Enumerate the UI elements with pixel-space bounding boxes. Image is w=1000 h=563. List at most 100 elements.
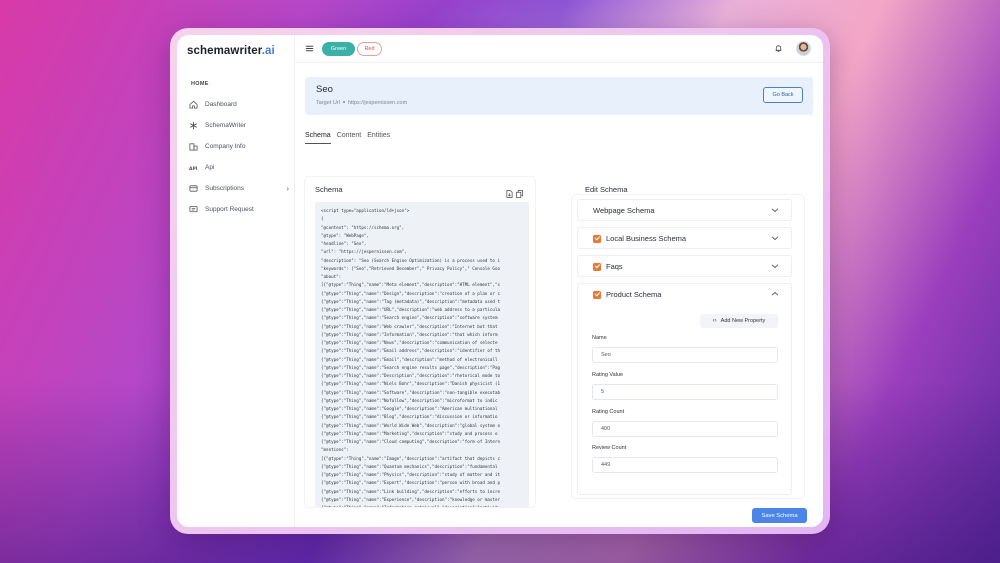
chevron-down-icon [771, 264, 779, 269]
add-property-label: Add New Property [720, 318, 766, 324]
code-line: {"@type":"Thing","name":"Search engine r… [321, 364, 500, 370]
code-line: {"@type":"Thing","name":"Information ret… [321, 504, 529, 507]
accordion-local-business-schema[interactable]: Local Business Schema [577, 227, 792, 249]
code-line: "mentions": [321, 447, 349, 453]
checkbox-checked[interactable] [593, 234, 601, 243]
chevron-up-icon[interactable] [771, 290, 779, 298]
bell-icon[interactable] [774, 44, 783, 53]
page-title: Seo [316, 84, 333, 95]
tabs: Schema Content Entities [305, 132, 396, 144]
chevron-down-icon [771, 208, 779, 213]
sidebar-item-label: Subscriptions [205, 185, 245, 192]
building-icon [189, 142, 198, 151]
dot-separator [342, 101, 345, 103]
code-line: {"@type":"Thing","name":"News","descript… [321, 340, 498, 345]
rating-count-label: Rating Count [592, 409, 625, 415]
sidebar-item-schemawriter[interactable]: SchemaWriter [189, 115, 289, 136]
accordion-header[interactable]: Product Schema [593, 290, 661, 299]
code-line: {"@type":"Thing","name":"URL","descripti… [321, 307, 500, 312]
window-frame: schemawriter.ai HOME Dashboard SchemaWri… [170, 28, 830, 534]
code-line: { [321, 216, 324, 222]
checkbox-checked[interactable] [593, 290, 601, 299]
tab-content[interactable]: Content [337, 132, 362, 144]
code-icon: ‹› [712, 318, 717, 324]
code-line: {"@type":"Thing","name":"Experience","de… [321, 496, 500, 502]
schema-code-block[interactable]: <script type="application/ld+json"> { "@co… [315, 202, 529, 507]
code-line: {"@type":"Thing","name":"Email address",… [321, 348, 500, 354]
chat-icon [189, 205, 198, 214]
home-icon [189, 100, 198, 109]
edit-schema-panel: Webpage Schema Local Business Schema Faq… [572, 195, 804, 498]
target-url-line: Target Url https://jespernissen.com [316, 100, 407, 106]
code-line: {"@type":"Thing","name":"Software","desc… [321, 389, 500, 395]
accordion-webpage-schema[interactable]: Webpage Schema [577, 199, 792, 221]
top-bar: Green Red [295, 35, 823, 63]
accordion-faqs[interactable]: Faqs [577, 255, 792, 277]
sidebar-item-dashboard[interactable]: Dashboard [189, 94, 289, 115]
add-new-property-button[interactable]: ‹› Add New Property [700, 314, 778, 328]
code-line: {"@type":"Thing","name":"Blog","descript… [321, 414, 498, 420]
code-line: [{"@type":"Thing","name":"Image","descri… [321, 455, 500, 461]
code-line: {"@type":"Thing","name":"Marketing","des… [321, 430, 498, 436]
code-line: {"@type":"Thing","name":"Link building",… [321, 488, 500, 494]
accordion-label: Faqs [606, 262, 623, 271]
menu-icon[interactable] [305, 44, 314, 53]
name-input[interactable]: Seo [592, 347, 778, 363]
green-pill-button[interactable]: Green [322, 42, 355, 56]
sidebar-item-label: Api [205, 164, 215, 171]
code-line: <script type="application/ld+json"> [321, 208, 410, 213]
code-line: "headline": "Seo", [321, 241, 367, 246]
code-line: {"@type":"Thing","name":"Information","d… [321, 331, 498, 337]
code-line: {"@type":"Thing","name":"Physics","descr… [321, 472, 500, 477]
schema-card: Schema <script type="application/ld+json… [305, 177, 535, 507]
rating-value-input[interactable]: 5 [592, 384, 778, 400]
code-line: "@context": "https://schema.org", [321, 224, 405, 230]
edit-schema-title: Edit Schema [585, 185, 628, 194]
page-header-banner: Seo Target Url https://jespernissen.com G… [305, 77, 813, 115]
avatar[interactable] [796, 41, 811, 56]
go-back-button[interactable]: Go Back [763, 87, 803, 103]
review-count-label: Review Count [592, 445, 627, 451]
download-icon[interactable] [506, 185, 513, 198]
rating-value-label: Rating Value [592, 372, 624, 378]
copy-icon[interactable] [516, 185, 523, 198]
sidebar-item-label: SchemaWriter [205, 122, 247, 129]
red-pill-button[interactable]: Red [357, 42, 382, 56]
sidebar-item-api[interactable]: API Api [189, 157, 289, 178]
api-icon: API [189, 163, 198, 172]
accordion-product-schema: Product Schema ‹› Add New Property Name S… [577, 283, 792, 495]
accordion-label: Product Schema [606, 290, 662, 299]
code-line: {"@type":"Thing","name":"Google","descri… [321, 406, 498, 411]
name-label: Name [592, 335, 607, 341]
tab-entities[interactable]: Entities [367, 132, 390, 144]
schema-card-title: Schema [315, 185, 343, 194]
code-line: "@type": "WebPage", [321, 232, 369, 238]
code-line: {"@type":"Thing","name":"Cloud computing… [321, 439, 500, 444]
tab-schema[interactable]: Schema [305, 132, 331, 144]
save-schema-button[interactable]: Save Schema [752, 508, 807, 523]
code-line: "description": "Seo (Search Engine Optim… [321, 257, 500, 263]
chevron-right-icon: › [286, 184, 289, 193]
code-line: {"@type":"Thing","name":"Quantum mechani… [321, 463, 498, 469]
code-line: {"@type":"Thing","name":"Description","d… [321, 373, 500, 378]
code-line: {"@type":"Thing","name":"Design","descri… [321, 290, 500, 296]
sidebar-item-subscriptions[interactable]: Subscriptions › [189, 178, 289, 199]
svg-text:API: API [189, 166, 198, 172]
schema-card-actions [506, 185, 523, 198]
asterisk-icon [189, 121, 198, 130]
rating-count-input[interactable]: 400 [592, 421, 778, 437]
sidebar-item-company-info[interactable]: Company Info [189, 136, 289, 157]
code-line: {"@type":"Thing","name":"Niels Bohr","de… [321, 381, 500, 387]
sidebar-item-label: Company Info [205, 143, 246, 150]
code-line: {"@type":"Thing","name":"Email","descrip… [321, 356, 498, 362]
code-line: {"@type":"Thing","name":"Expert","descri… [321, 480, 500, 486]
sidebar-item-support-request[interactable]: Support Request [189, 199, 289, 220]
checkbox-checked[interactable] [593, 262, 601, 271]
code-line: "url": "https://jespernissen.com", [321, 249, 407, 255]
logo-text: schemawriter [187, 45, 262, 57]
logo[interactable]: schemawriter.ai [187, 45, 275, 57]
review-count-input[interactable]: 449 [592, 457, 778, 473]
accordion-label: Local Business Schema [606, 234, 687, 243]
code-line: {"@type":"Thing","name":"World Wide Web"… [321, 422, 500, 428]
code-line: {"@type":"Thing","name":"Search engine",… [321, 315, 498, 321]
